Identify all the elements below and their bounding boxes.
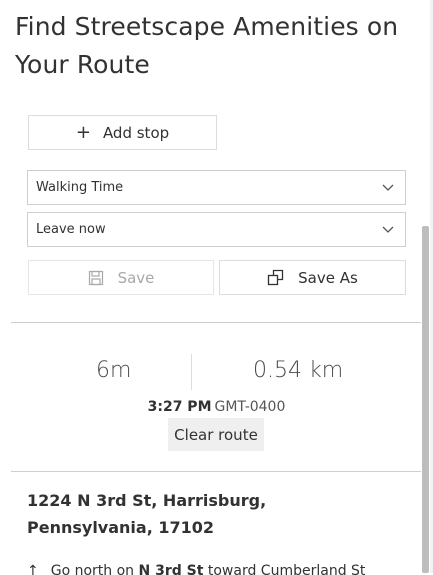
duplicate-icon [268, 269, 284, 286]
direction-step-street: N 3rd St [138, 563, 204, 575]
scrollbar[interactable] [422, 226, 429, 573]
arrival-time-value: 3:27 PM [147, 399, 212, 415]
save-icon [88, 270, 103, 285]
arrow-up-icon: ↑ [27, 563, 39, 575]
clear-route-button[interactable]: Clear route [168, 418, 264, 451]
chevron-down-icon [382, 226, 394, 233]
add-stop-button[interactable]: + Add stop [28, 115, 217, 150]
departure-time-select[interactable]: Leave now [27, 212, 406, 247]
save-label: Save [117, 268, 155, 287]
section-divider [11, 471, 421, 472]
route-duration: 6m [96, 358, 132, 383]
arrival-time: 3:27 PM GMT-0400 [0, 399, 433, 415]
plus-icon: + [75, 121, 91, 143]
arrival-timezone: GMT-0400 [214, 399, 286, 415]
route-distance: 0.54 km [253, 358, 344, 383]
direction-step-suffix: toward Cumberland St [207, 563, 366, 575]
add-stop-label: Add stop [102, 123, 170, 142]
save-button[interactable]: Save [28, 260, 214, 295]
chevron-down-icon [382, 184, 394, 191]
page-title: Find Streetscape Amenities on Your Route [15, 12, 399, 79]
stat-separator [191, 354, 192, 390]
travel-mode-select[interactable]: Walking Time [27, 170, 406, 205]
save-as-button[interactable]: Save As [219, 260, 406, 295]
direction-step-prefix: Go north on [50, 563, 135, 575]
start-address: 1224 N 3rd St, Harrisburg, Pennsylvania,… [27, 491, 267, 537]
save-as-label: Save As [298, 268, 358, 287]
section-divider [11, 322, 421, 323]
departure-time-value: Leave now [36, 222, 106, 237]
travel-mode-value: Walking Time [36, 180, 124, 195]
direction-step[interactable]: ↑ Go north on N 3rd St toward Cumberland … [27, 563, 407, 575]
